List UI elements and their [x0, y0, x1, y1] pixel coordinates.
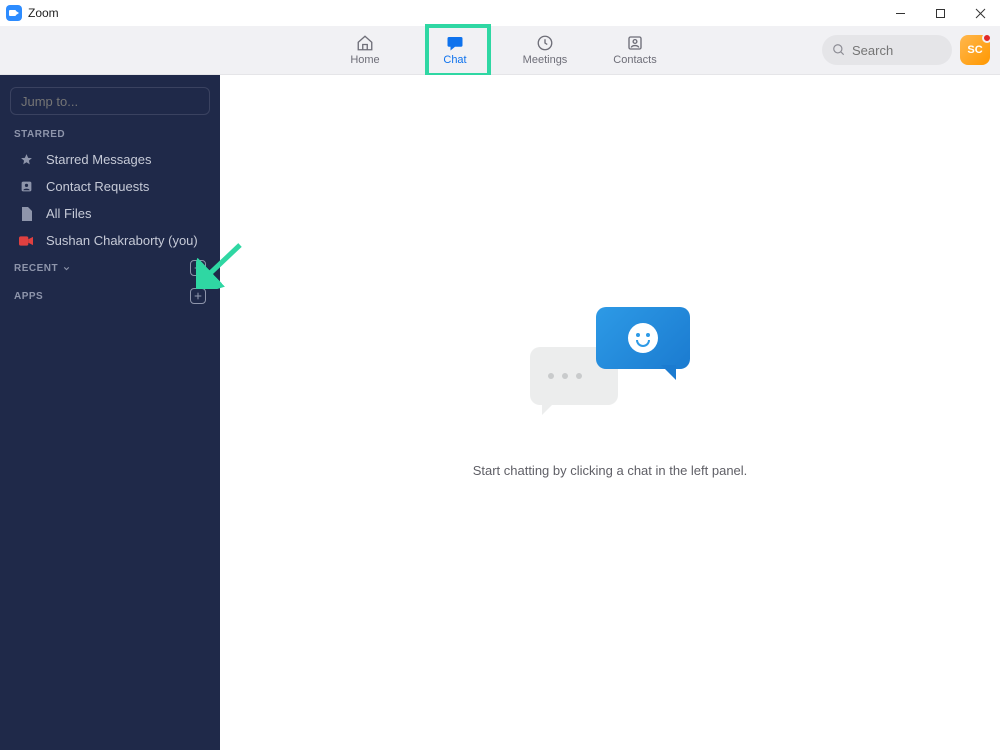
sidebar-item-label: Contact Requests	[46, 179, 149, 194]
nav-home-label: Home	[350, 54, 379, 66]
sidebar-item-self-chat[interactable]: Sushan Chakraborty (you)	[0, 227, 220, 254]
minimize-icon	[895, 8, 906, 19]
contacts-icon	[626, 34, 644, 52]
chat-icon	[446, 34, 464, 52]
section-header-starred-label: STARRED	[14, 129, 65, 140]
close-icon	[975, 8, 986, 19]
search-container	[822, 35, 952, 65]
video-icon	[18, 236, 34, 246]
maximize-button[interactable]	[920, 0, 960, 26]
sidebar-item-label: Starred Messages	[46, 152, 152, 167]
nav-contacts[interactable]: Contacts	[605, 26, 665, 75]
sidebar-item-label: All Files	[46, 206, 92, 221]
sidebar-item-contact-requests[interactable]: Contact Requests	[0, 173, 220, 200]
empty-state-illustration	[530, 307, 690, 427]
maximize-icon	[935, 8, 946, 19]
home-icon	[356, 34, 374, 52]
body: STARRED Starred Messages Contact Request…	[0, 75, 1000, 750]
sidebar-item-starred-messages[interactable]: Starred Messages	[0, 146, 220, 173]
plus-icon	[193, 263, 203, 273]
section-header-starred[interactable]: STARRED	[0, 123, 220, 146]
avatar-initials: SC	[967, 44, 982, 56]
jump-to-input[interactable]	[10, 87, 210, 115]
header: Home Chat Meetings Contacts SC	[0, 26, 1000, 75]
zoom-logo-icon	[6, 5, 22, 21]
nav-chat-label: Chat	[443, 54, 466, 66]
main-nav: Home Chat Meetings Contacts	[335, 26, 665, 75]
empty-state-message: Start chatting by clicking a chat in the…	[473, 463, 748, 478]
chevron-down-icon	[62, 264, 71, 273]
smiley-face-icon	[628, 323, 658, 353]
titlebar: Zoom	[0, 0, 1000, 26]
nav-meetings[interactable]: Meetings	[515, 26, 575, 75]
window-controls	[880, 0, 1000, 26]
minimize-button[interactable]	[880, 0, 920, 26]
titlebar-left: Zoom	[6, 5, 59, 21]
section-header-apps[interactable]: APPS	[0, 282, 220, 310]
file-icon	[18, 207, 34, 221]
sidebar-item-all-files[interactable]: All Files	[0, 200, 220, 227]
nav-contacts-label: Contacts	[613, 54, 656, 66]
clock-icon	[536, 34, 554, 52]
blue-chat-bubble-icon	[596, 307, 690, 369]
star-icon	[18, 153, 34, 166]
section-header-recent[interactable]: RECENT	[0, 254, 220, 282]
nav-chat[interactable]: Chat	[425, 26, 485, 75]
sidebar-item-label: Sushan Chakraborty (you)	[46, 233, 198, 248]
user-avatar[interactable]: SC	[960, 35, 990, 65]
add-recent-button[interactable]	[190, 260, 206, 276]
avatar-notification-badge	[982, 33, 992, 43]
section-header-recent-label: RECENT	[14, 263, 58, 274]
add-apps-button[interactable]	[190, 288, 206, 304]
main-content: Start chatting by clicking a chat in the…	[220, 75, 1000, 750]
contact-request-icon	[18, 180, 34, 193]
sidebar: STARRED Starred Messages Contact Request…	[0, 75, 220, 750]
nav-meetings-label: Meetings	[523, 54, 568, 66]
close-button[interactable]	[960, 0, 1000, 26]
window-title: Zoom	[28, 6, 59, 20]
section-header-apps-label: APPS	[14, 291, 43, 302]
search-icon	[832, 43, 846, 62]
nav-home[interactable]: Home	[335, 26, 395, 75]
plus-icon	[193, 291, 203, 301]
